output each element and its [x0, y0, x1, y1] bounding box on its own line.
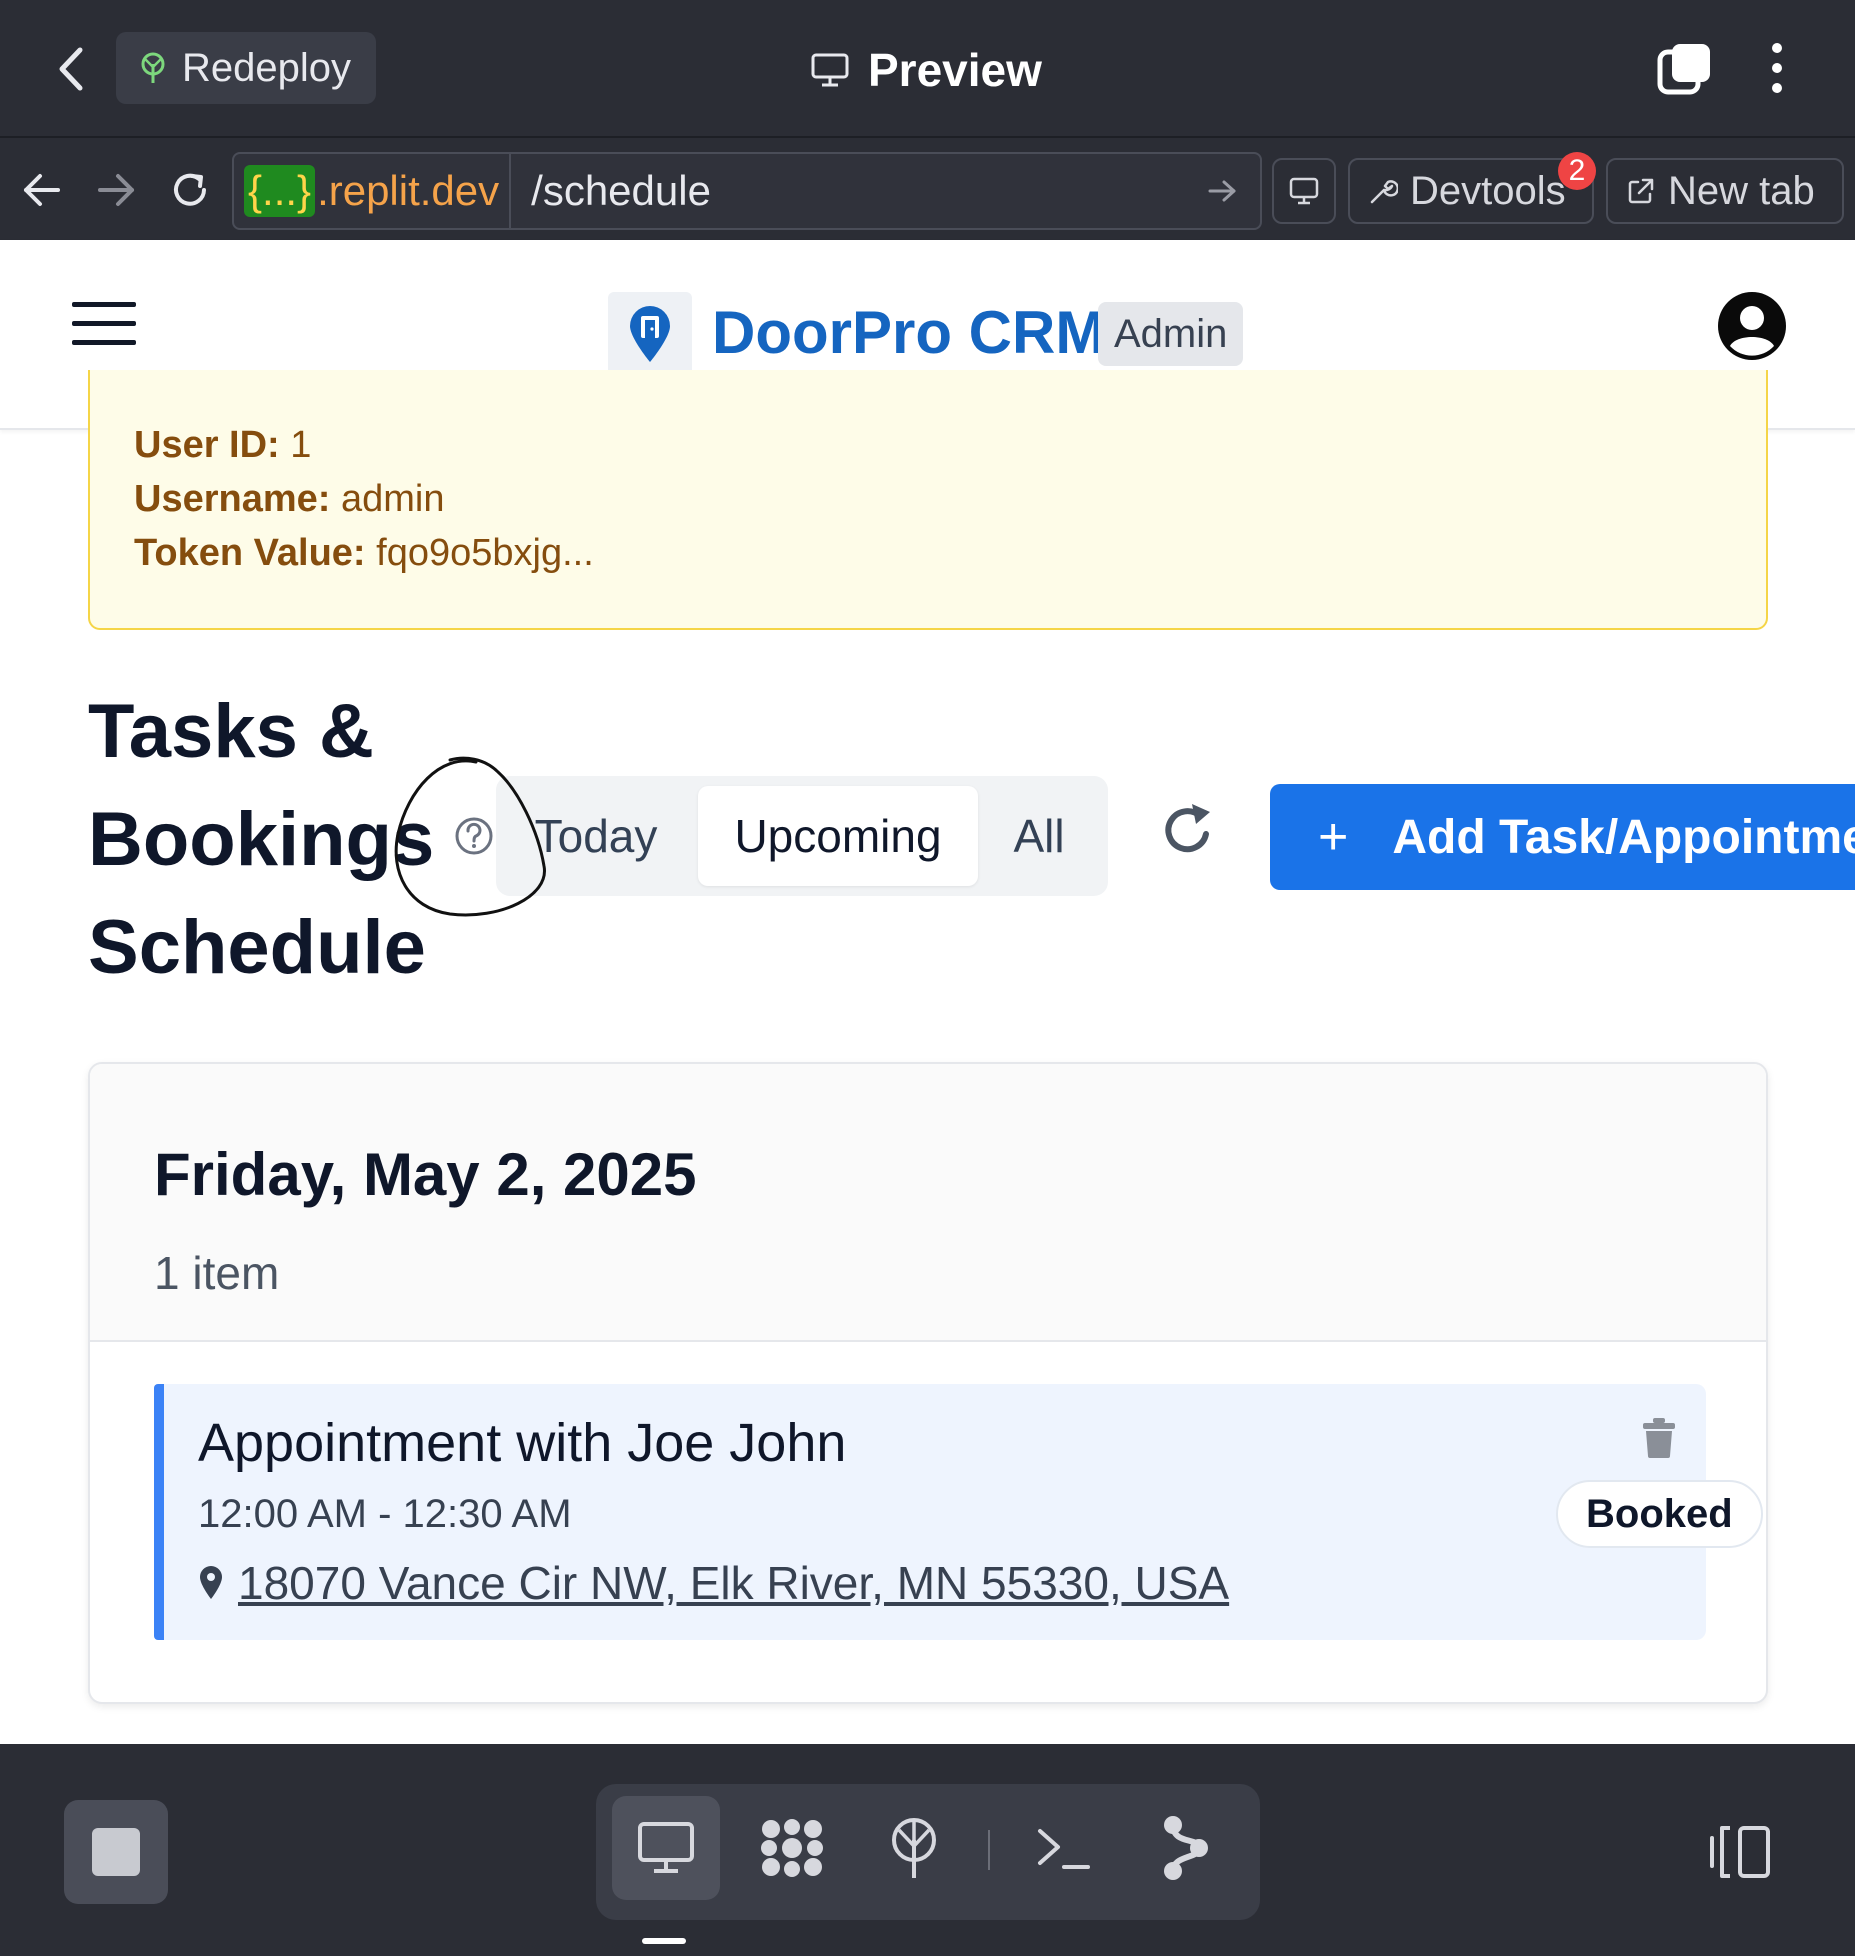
day-item-count: 1 item — [154, 1247, 280, 1299]
filter-segmented-control: Today Upcoming All — [496, 776, 1108, 896]
new-tab-button[interactable]: New tab — [1606, 158, 1844, 224]
location-pin-icon — [200, 1566, 222, 1599]
devtools-label: Devtools — [1410, 168, 1566, 213]
appointment-item[interactable]: Appointment with Joe John 12:00 AM - 12:… — [154, 1384, 1763, 1640]
stop-icon — [92, 1828, 140, 1876]
arrow-left-icon[interactable] — [18, 166, 66, 214]
user-id-label: User ID: — [134, 424, 280, 466]
appointment-time: 12:00 AM - 12:30 AM — [198, 1492, 572, 1536]
url-host: {...} .replit.dev — [234, 154, 512, 228]
home-indicator — [642, 1938, 686, 1944]
monitor-icon — [1289, 177, 1319, 205]
url-field[interactable]: {...} .replit.dev /schedule — [232, 152, 1262, 230]
dock-git[interactable] — [1132, 1796, 1240, 1900]
refresh-icon[interactable] — [1160, 800, 1216, 860]
filter-upcoming[interactable]: Upcoming — [698, 786, 978, 886]
day-header: Friday, May 2, 2025 1 item — [90, 1064, 1766, 1342]
dock-preview[interactable] — [612, 1796, 720, 1900]
brand-name[interactable]: DoorPro CRM — [712, 298, 1105, 367]
username-label: Username: — [134, 478, 331, 520]
app-logo[interactable] — [608, 292, 692, 376]
filter-all[interactable]: All — [996, 786, 1082, 886]
tool-dock — [596, 1784, 1260, 1920]
day-date: Friday, May 2, 2025 — [154, 1141, 697, 1208]
puzzle-icon — [761, 1819, 823, 1877]
schedule-day-card: Friday, May 2, 2025 1 item Appointment w… — [88, 1062, 1768, 1704]
go-arrow-icon[interactable] — [1196, 171, 1246, 211]
dock-deploy[interactable] — [860, 1796, 968, 1900]
token-value: fqo9o5bxjg... — [376, 532, 594, 574]
preview-title: Preview — [810, 36, 1042, 104]
browser-top-bar: Redeploy Preview — [0, 0, 1855, 136]
auth-debug-panel: User ID: 1 Username: admin Token Value: … — [88, 370, 1768, 630]
appointment-address[interactable]: 18070 Vance Cir NW, Elk River, MN 55330,… — [198, 1556, 1229, 1610]
split-view-icon[interactable] — [1708, 1824, 1772, 1880]
appointment-address-link[interactable]: 18070 Vance Cir NW, Elk River, MN 55330,… — [238, 1556, 1229, 1610]
devtools-count-badge: 2 — [1558, 152, 1596, 190]
new-tab-label: New tab — [1668, 168, 1815, 213]
user-circle-icon[interactable] — [1716, 290, 1788, 362]
add-task-appointment-button[interactable]: + Add Task/Appointmen — [1270, 784, 1855, 890]
arrow-right-icon[interactable] — [92, 166, 140, 214]
url-path[interactable]: /schedule — [511, 167, 1196, 215]
stop-button[interactable] — [64, 1800, 168, 1904]
add-task-appointment-label: Add Task/Appointmen — [1392, 810, 1855, 864]
external-link-icon — [1628, 178, 1654, 204]
redeploy-icon — [141, 52, 165, 83]
wrench-icon — [1370, 180, 1398, 204]
redeploy-icon — [892, 1818, 936, 1878]
reload-icon[interactable] — [166, 166, 214, 214]
tabs-icon[interactable] — [1656, 40, 1712, 96]
user-id-value: 1 — [290, 424, 312, 466]
role-tag: Admin — [1098, 302, 1244, 366]
trash-icon[interactable] — [1642, 1418, 1676, 1458]
dock-extensions[interactable] — [738, 1796, 846, 1900]
back-chevron-icon[interactable] — [52, 44, 92, 94]
plus-icon: + — [1318, 808, 1349, 866]
url-host-text: .replit.dev — [317, 167, 500, 214]
hand-drawn-circle-annotation — [394, 756, 546, 917]
dock-separator — [988, 1830, 990, 1870]
redeploy-label: Redeploy — [182, 45, 352, 90]
appointment-title[interactable]: Appointment with Joe John — [198, 1412, 846, 1474]
username-line: Username: admin — [134, 478, 444, 521]
preview-title-text: Preview — [868, 44, 1042, 96]
user-id-line: User ID: 1 — [134, 424, 311, 467]
git-branch-icon — [1164, 1816, 1208, 1880]
hamburger-icon[interactable] — [72, 302, 136, 346]
monitor-icon — [811, 53, 849, 87]
token-label: Token Value: — [134, 532, 366, 574]
more-vertical-icon[interactable] — [1762, 40, 1792, 96]
terminal-icon — [1038, 1829, 1090, 1869]
status-badge: Booked — [1556, 1480, 1763, 1548]
dock-shell[interactable] — [1010, 1796, 1118, 1900]
username-value: admin — [340, 478, 445, 520]
map-pin-logo-icon — [630, 306, 670, 362]
devtools-button[interactable]: Devtools — [1348, 158, 1594, 224]
url-host-badge: {...} — [244, 165, 316, 217]
monitor-icon — [638, 1822, 694, 1873]
responsive-view-button[interactable] — [1272, 158, 1336, 224]
workspace-bottom-bar — [0, 1744, 1855, 1956]
token-line: Token Value: fqo9o5bxjg... — [134, 532, 594, 575]
redeploy-button[interactable]: Redeploy — [116, 32, 376, 104]
